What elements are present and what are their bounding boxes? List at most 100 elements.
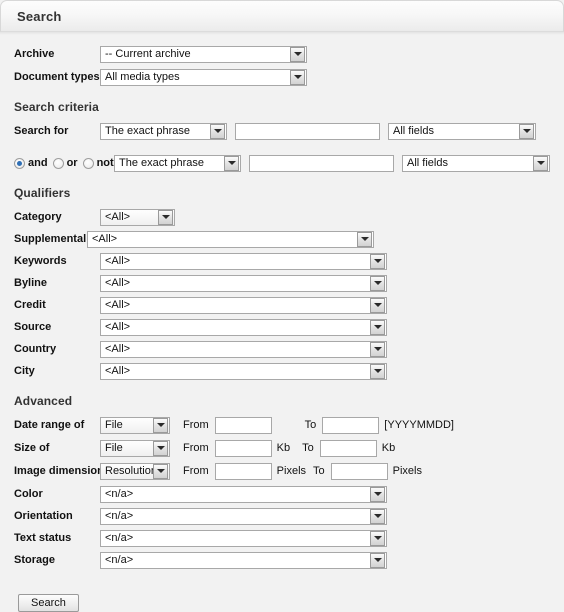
document-types-select[interactable]: All media types — [100, 68, 307, 86]
supplemental-categories-select[interactable]: <All> — [87, 230, 374, 248]
label-text-status: Text status — [14, 532, 72, 544]
row-date-range: Date range of File From To [YYYYMMDD] — [0, 415, 564, 435]
image-dimension-from-input[interactable] — [214, 462, 272, 480]
chevron-down-icon[interactable] — [370, 530, 385, 546]
date-range-scope-select[interactable]: File — [100, 416, 170, 434]
text-status-select-value: <n/a> — [105, 532, 134, 544]
orientation-select[interactable]: <n/a> — [100, 507, 387, 525]
date-range-scope-value: File — [105, 419, 123, 431]
image-dimension-scope-select[interactable]: Resolution — [100, 462, 170, 480]
radio-and-label[interactable]: and — [28, 157, 48, 169]
label-size-of: Size of — [14, 442, 50, 454]
date-range-from-input[interactable] — [214, 416, 272, 434]
label-archive: Archive — [14, 48, 55, 60]
chevron-down-icon[interactable] — [357, 231, 372, 247]
label-byline: Byline — [14, 277, 48, 289]
row-qualifier-credit: Credit <All> — [0, 295, 564, 315]
chevron-down-icon[interactable] — [370, 552, 385, 568]
radio-not[interactable] — [82, 157, 94, 169]
label-image-dimension: Image dimension — [14, 465, 104, 477]
size-of-to-input[interactable] — [319, 439, 377, 457]
chevron-down-icon[interactable] — [370, 363, 385, 379]
match-type-select-1[interactable]: The exact phrase — [100, 122, 227, 140]
search-query-input-2[interactable] — [249, 154, 394, 172]
storage-select[interactable]: <n/a> — [100, 551, 387, 569]
chevron-down-icon[interactable] — [533, 155, 548, 171]
row-qualifier-supplemental-categories: Supplemental Categories <All> — [0, 229, 564, 249]
city-select[interactable]: <All> — [100, 362, 387, 380]
text-status-select[interactable]: <n/a> — [100, 529, 387, 547]
size-of-scope-select[interactable]: File — [100, 439, 170, 457]
credit-select[interactable]: <All> — [100, 296, 387, 314]
row-search-for: Search for The exact phrase All fields — [0, 121, 564, 141]
chevron-down-icon[interactable] — [153, 440, 168, 456]
size-of-to-unit: Kb — [381, 442, 396, 454]
field-scope-select-2-value: All fields — [407, 157, 448, 169]
date-format-hint: [YYYYMMDD] — [384, 419, 454, 431]
chevron-down-icon[interactable] — [210, 123, 225, 139]
chevron-down-icon[interactable] — [370, 508, 385, 524]
page-title: Search — [17, 8, 62, 24]
row-archive: Archive -- Current archive — [0, 44, 564, 64]
search-submit-button[interactable]: Search — [18, 594, 79, 612]
radio-not-label[interactable]: not — [97, 157, 114, 169]
chevron-down-icon[interactable] — [370, 319, 385, 335]
chevron-down-icon[interactable] — [224, 155, 239, 171]
chevron-down-icon[interactable] — [370, 297, 385, 313]
chevron-down-icon[interactable] — [370, 275, 385, 291]
panel-header: Search — [0, 0, 564, 32]
date-range-to-label: To — [304, 419, 317, 431]
chevron-down-icon[interactable] — [370, 341, 385, 357]
search-form: Archive -- Current archive Document type… — [0, 35, 564, 612]
row-qualifier-keywords: Keywords <All> — [0, 251, 564, 271]
row-storage: Storage <n/a> — [0, 550, 564, 570]
label-city: City — [14, 365, 35, 377]
radio-or-label[interactable]: or — [67, 157, 78, 169]
row-orientation: Orientation <n/a> — [0, 506, 564, 526]
document-types-select-value: All media types — [105, 71, 180, 83]
chevron-down-icon[interactable] — [153, 463, 168, 479]
storage-select-value: <n/a> — [105, 554, 134, 566]
chevron-down-icon[interactable] — [370, 486, 385, 502]
match-type-select-2[interactable]: The exact phrase — [114, 154, 241, 172]
chevron-down-icon[interactable] — [519, 123, 534, 139]
section-title-search-criteria: Search criteria — [14, 100, 99, 114]
row-qualifier-country: Country <All> — [0, 339, 564, 359]
size-of-from-unit: Kb — [276, 442, 291, 454]
source-select[interactable]: <All> — [100, 318, 387, 336]
supplemental-categories-select-value: <All> — [92, 233, 118, 245]
match-type-select-1-value: The exact phrase — [105, 125, 190, 137]
credit-select-value: <All> — [105, 299, 131, 311]
image-dimension-to-input[interactable] — [330, 462, 388, 480]
label-country: Country — [14, 343, 57, 355]
size-of-scope-value: File — [105, 442, 123, 454]
keywords-select[interactable]: <All> — [100, 252, 387, 270]
chevron-down-icon[interactable] — [158, 209, 173, 225]
byline-select-value: <All> — [105, 277, 131, 289]
label-credit: Credit — [14, 299, 46, 311]
chevron-down-icon[interactable] — [153, 417, 168, 433]
radio-or[interactable] — [52, 157, 64, 169]
country-select[interactable]: <All> — [100, 340, 387, 358]
size-of-from-input[interactable] — [214, 439, 272, 457]
label-color: Color — [14, 488, 43, 500]
date-range-to-input[interactable] — [322, 416, 380, 434]
category-select[interactable]: <All> — [100, 208, 175, 226]
field-scope-select-1[interactable]: All fields — [388, 122, 536, 140]
search-query-input-1[interactable] — [235, 122, 380, 140]
radio-and[interactable] — [14, 157, 25, 169]
chevron-down-icon[interactable] — [290, 46, 305, 62]
chevron-down-icon[interactable] — [290, 69, 305, 85]
archive-select-value: -- Current archive — [105, 48, 191, 60]
boolean-operator-group: and or not — [0, 157, 114, 169]
row-qualifier-source: Source <All> — [0, 317, 564, 337]
chevron-down-icon[interactable] — [370, 253, 385, 269]
row-search-operator: and or not The exact phrase All fields — [0, 153, 564, 173]
archive-select[interactable]: -- Current archive — [100, 45, 307, 63]
field-scope-select-2[interactable]: All fields — [402, 154, 550, 172]
row-image-dimension: Image dimension Resolution From Pixels T… — [0, 461, 564, 481]
byline-select[interactable]: <All> — [100, 274, 387, 292]
category-select-value: <All> — [105, 211, 131, 223]
row-color: Color <n/a> — [0, 484, 564, 504]
color-select[interactable]: <n/a> — [100, 485, 387, 503]
